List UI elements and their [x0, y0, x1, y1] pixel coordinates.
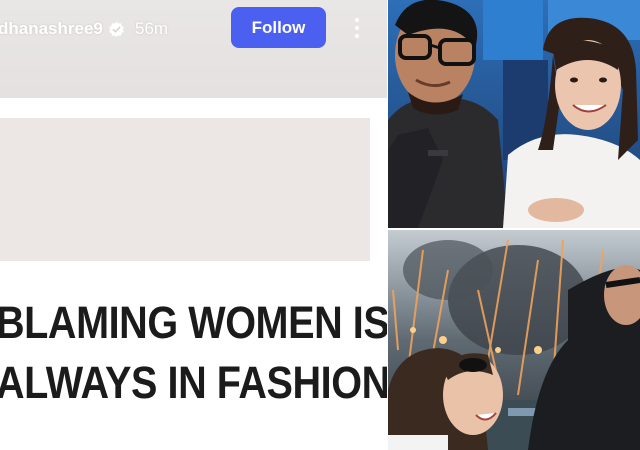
couple-photo-illustration: [388, 0, 640, 228]
post-content: BLAMING WOMEN IS ALWAYS IN FASHION: [0, 98, 387, 450]
story-panel: dhanashree9 56m Follow BLAMING WOMEN IS …: [0, 0, 387, 450]
fireworks-illustration: [388, 230, 640, 450]
post-time: 56m: [135, 19, 169, 38]
follow-button[interactable]: Follow: [231, 7, 326, 48]
post-image-placeholder: [0, 118, 370, 261]
username[interactable]: dhanashree9: [0, 17, 103, 41]
post-headline: BLAMING WOMEN IS ALWAYS IN FASHION: [0, 293, 387, 413]
headline-line-1: BLAMING WOMEN IS: [0, 297, 387, 348]
headline-line-2: ALWAYS IN FASHION: [0, 357, 387, 408]
story-header: dhanashree9 56m Follow: [0, 0, 387, 98]
couple-stadium-photo: [388, 0, 640, 228]
verified-badge-icon: [109, 21, 124, 38]
more-vertical-icon[interactable]: [349, 14, 365, 42]
fireworks-photo: [388, 230, 640, 450]
